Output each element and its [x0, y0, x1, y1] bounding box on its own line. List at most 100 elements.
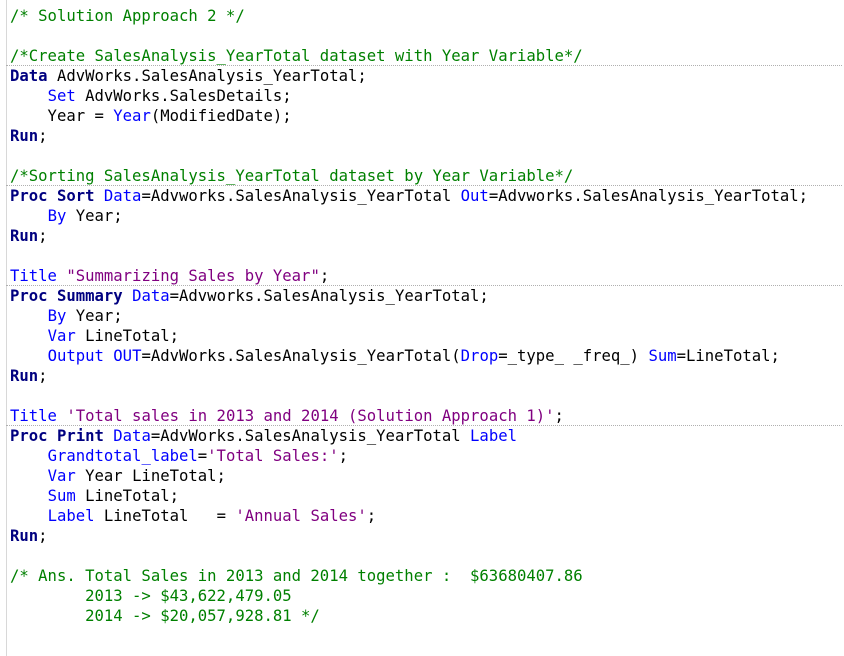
code-line[interactable]: /*Sorting SalesAnalysis_YearTotal datase…: [10, 166, 808, 186]
code-area[interactable]: /* Solution Approach 2 */​/*Create Sales…: [5, 6, 843, 626]
code-string: 'Total sales in 2013 and 2014 (Solution …: [66, 407, 555, 425]
code-keyword: Proc Summary: [10, 287, 123, 305]
code-operator: Data: [113, 427, 151, 445]
code-keyword: Proc Sort: [10, 187, 95, 205]
code-line[interactable]: ​: [10, 26, 808, 46]
code-text: Year =: [10, 107, 114, 125]
code-line[interactable]: Proc Sort Data=Advworks.SalesAnalysis_Ye…: [5, 185, 843, 206]
code-line[interactable]: By Year;: [10, 206, 808, 226]
code-operator: By: [47, 207, 67, 225]
code-operator: OUT: [113, 347, 142, 365]
code-line[interactable]: Run;: [10, 366, 808, 386]
code-line[interactable]: Sum LineTotal;: [10, 486, 808, 506]
code-text: ;: [38, 227, 48, 245]
code-text: Year;: [66, 207, 123, 225]
code-line[interactable]: 2013 -> $43,622,479.05: [10, 586, 808, 606]
code-operator: Sum: [648, 347, 677, 365]
code-line[interactable]: ​: [10, 146, 808, 166]
code-text: =Advworks.SalesAnalysis_YearTotal: [141, 187, 461, 205]
code-keyword: Run: [10, 127, 39, 145]
code-keyword: Data: [10, 67, 48, 85]
code-line[interactable]: By Year;: [10, 306, 808, 326]
code-text: LineTotal;: [75, 327, 180, 345]
code-text: LineTotal =: [94, 507, 236, 525]
code-text: ;: [319, 267, 330, 285]
code-line[interactable]: Run;: [10, 226, 808, 246]
code-text: =Advworks.SalesAnalysis_YearTotal;: [488, 187, 809, 205]
code-line[interactable]: Run;: [10, 526, 808, 546]
code-text: ;: [38, 127, 48, 145]
code-operator: Title: [10, 407, 57, 425]
code-operator: Label: [47, 507, 95, 525]
code-line[interactable]: ​: [10, 546, 808, 566]
code-line[interactable]: ​: [10, 246, 808, 266]
code-comment: 2013 -> $43,622,479.05: [10, 587, 292, 605]
code-text: Year;: [66, 307, 123, 325]
code-operator: Year: [113, 107, 151, 125]
code-text: ;: [38, 527, 48, 545]
code-comment: /* Ans. Total Sales in 2013 and 2014 tog…: [10, 567, 583, 585]
code-line[interactable]: Title "Summarizing Sales by Year";: [10, 266, 808, 286]
code-text: =Advworks.SalesAnalysis_YearTotal;: [169, 287, 489, 305]
code-string: 'Annual Sales': [235, 507, 367, 525]
code-comment: /*Sorting SalesAnalysis_YearTotal datase…: [10, 167, 574, 185]
code-text: Year LineTotal;: [75, 467, 226, 485]
code-text: (ModifiedDate);: [150, 107, 292, 125]
code-line[interactable]: Year = Year(ModifiedDate);: [10, 106, 808, 126]
code-text: =_type_ _freq_): [498, 347, 649, 365]
code-line[interactable]: 2014 -> $20,057,928.81 */: [10, 606, 808, 626]
code-editor[interactable]: /* Solution Approach 2 */​/*Create Sales…: [0, 0, 844, 656]
code-line[interactable]: Run;: [10, 126, 808, 146]
code-operator: Sum: [47, 487, 76, 505]
code-operator: Title: [10, 267, 57, 285]
code-string: "Summarizing Sales by Year": [66, 267, 320, 285]
code-line[interactable]: Proc Print Data=AdvWorks.SalesAnalysis_Y…: [5, 425, 843, 446]
code-comment: 2014 -> $20,057,928.81 */: [10, 607, 320, 625]
code-line[interactable]: /*Create SalesAnalysis_YearTotal dataset…: [10, 46, 808, 66]
code-text: AdvWorks.SalesAnalysis_YearTotal;: [47, 67, 367, 85]
code-text: LineTotal;: [75, 487, 180, 505]
code-string: 'Total Sales:': [207, 447, 339, 465]
code-operator: Set: [47, 87, 76, 105]
code-line[interactable]: Var Year LineTotal;: [10, 466, 808, 486]
editor-gutter-margin: [6, 0, 7, 656]
code-text: =AdvWorks.SalesAnalysis_YearTotal: [150, 427, 471, 445]
code-operator: Drop: [460, 347, 499, 365]
code-line[interactable]: Set AdvWorks.SalesDetails;: [10, 86, 808, 106]
code-operator: Label: [470, 427, 517, 445]
code-text: AdvWorks.SalesDetails;: [75, 87, 292, 105]
code-line[interactable]: /* Solution Approach 2 */: [10, 6, 808, 26]
code-line[interactable]: Grandtotal_label='Total Sales:';: [10, 446, 808, 466]
code-keyword: Run: [10, 367, 39, 385]
code-operator: Output: [47, 347, 104, 365]
code-line[interactable]: Output OUT=AdvWorks.SalesAnalysis_YearTo…: [10, 346, 808, 366]
code-text: ;: [554, 407, 564, 425]
code-operator: Out: [460, 187, 489, 205]
code-line[interactable]: Proc Summary Data=Advworks.SalesAnalysis…: [5, 285, 843, 306]
code-operator: Var: [47, 467, 76, 485]
code-line[interactable]: Label LineTotal = 'Annual Sales';: [10, 506, 808, 526]
code-text: ;: [38, 367, 48, 385]
code-line[interactable]: Var LineTotal;: [10, 326, 808, 346]
code-line[interactable]: Data AdvWorks.SalesAnalysis_YearTotal;: [5, 65, 843, 86]
code-comment: /* Solution Approach 2 */: [10, 7, 245, 25]
code-line[interactable]: ​: [10, 386, 808, 406]
code-line[interactable]: /* Ans. Total Sales in 2013 and 2014 tog…: [10, 566, 808, 586]
code-operator: By: [47, 307, 67, 325]
code-line[interactable]: Title 'Total sales in 2013 and 2014 (Sol…: [10, 406, 808, 426]
